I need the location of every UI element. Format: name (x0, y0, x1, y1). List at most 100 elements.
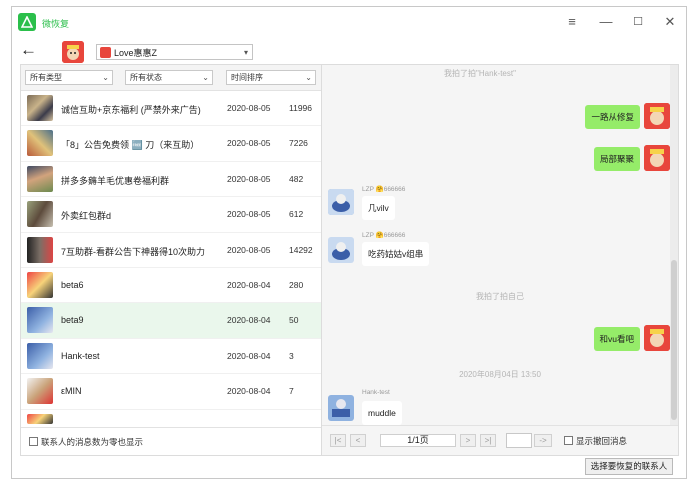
list-item[interactable]: beta6 2020-08-04 280 (21, 268, 321, 304)
chevron-down-icon: ⌄ (102, 73, 109, 82)
message-bubble-incoming: 吃药姑姑v组串 (362, 242, 430, 266)
group-avatar (27, 165, 53, 192)
message-bubble-outgoing: 一路从修复 (585, 105, 640, 129)
account-avatar (62, 41, 84, 63)
list-item[interactable]: εMIN 2020-08-04 7 (21, 374, 321, 410)
chevron-down-icon: ▾ (243, 48, 248, 57)
contact-name: 7互助群-看群公告下神器得10次助力 (61, 246, 206, 257)
sort-filter-label: 时间排序 (231, 73, 263, 82)
chevron-down-icon: ⌄ (305, 73, 312, 82)
contact-date: 2020-08-04 (227, 350, 271, 361)
contact-avatar (27, 413, 53, 424)
list-item-selected[interactable]: beta9 2020-08-04 50 (21, 303, 321, 339)
self-avatar (644, 325, 670, 351)
contact-date: 2020-08-05 (227, 209, 271, 220)
chat-scrollbar[interactable] (670, 65, 678, 427)
contact-avatar (27, 307, 53, 334)
show-recalled-checkbox[interactable] (564, 436, 573, 445)
group-avatar (27, 236, 53, 263)
chevron-down-icon: ⌄ (202, 73, 209, 82)
group-avatar (27, 130, 53, 157)
show-recalled-label: 显示撤回消息 (576, 436, 628, 446)
message-bubble-incoming: 几vilv (362, 196, 395, 220)
contact-avatar (27, 378, 53, 405)
contact-name: 外卖红包群d (61, 211, 112, 222)
last-page-button[interactable]: >| (480, 434, 496, 447)
status-filter-label: 所有状态 (130, 73, 162, 82)
filter-bar: 所有类型 ⌄ 所有状态 ⌄ 时间排序 ⌄ (21, 65, 321, 91)
group-avatar (27, 95, 53, 121)
contact-name: 拼多多薅羊毛优惠卷福利群 (61, 175, 170, 186)
prev-page-button[interactable]: < (350, 434, 366, 447)
system-message: 我拍了拍自己 (476, 292, 524, 301)
list-item[interactable]: Hank-test 2020-08-04 3 (21, 339, 321, 375)
sort-filter[interactable]: 时间排序 ⌄ (226, 70, 316, 85)
contact-date: 2020-08-05 (227, 138, 271, 149)
list-item[interactable]: 7互助群-看群公告下神器得10次助力 2020-08-05 14292 (21, 233, 321, 268)
account-select[interactable]: Love惠惠Z ▾ (96, 44, 253, 60)
message-bubble-incoming: muddle (362, 401, 402, 425)
contact-avatar (27, 342, 53, 369)
contact-name: beta9 (61, 315, 84, 326)
contact-date: 2020-08-05 (227, 103, 271, 113)
sender-name: Hank-test (362, 389, 390, 396)
status-filter[interactable]: 所有状态 ⌄ (125, 70, 213, 85)
self-avatar (644, 145, 670, 171)
contact-list: 诚信互助+京东福利 (严禁外来广告) 2020-08-05 11996 「8」公… (21, 91, 321, 427)
close-icon[interactable]: ✕ (660, 13, 680, 31)
show-zero-label: 联系人的消息数为零也显示 (41, 437, 144, 447)
contact-date: 2020-08-04 (227, 315, 271, 326)
first-page-button[interactable]: |< (330, 434, 346, 447)
list-item-partial[interactable] (21, 410, 321, 427)
contact-name: Hank-test (61, 350, 100, 361)
contact-name: 「8」公告免费领 🆓 刀（来互助） (61, 140, 200, 151)
list-item[interactable]: 「8」公告免费领 🆓 刀（来互助） 2020-08-05 7226 (21, 126, 321, 162)
type-filter-label: 所有类型 (30, 73, 62, 82)
page-jump-input[interactable] (506, 433, 532, 448)
self-avatar (644, 103, 670, 129)
app-window: 微恢复 ≡ — ☐ ✕ ← Love惠惠Z ▾ 所有类型 ⌄ 所有状态 ⌄ 时间… (11, 6, 687, 479)
list-item[interactable]: 外卖红包群d 2020-08-05 612 (21, 197, 321, 233)
message-count: 7226 (289, 138, 308, 149)
contact-avatar (328, 189, 354, 215)
sender-name: LZP 🤗666666 (362, 186, 406, 193)
message-count: 280 (289, 279, 304, 290)
contact-avatar (328, 395, 354, 421)
contact-name: 诚信互助+京东福利 (严禁外来广告) (61, 105, 201, 115)
left-footer: 联系人的消息数为零也显示 (21, 427, 321, 455)
message-count: 11996 (289, 103, 313, 113)
timestamp: 2020年08月04日 13:50 (459, 370, 541, 379)
next-page-button[interactable]: > (460, 434, 476, 447)
back-button[interactable]: ← (20, 41, 40, 59)
message-count: 3 (289, 350, 294, 361)
contact-date: 2020-08-04 (227, 386, 271, 397)
app-title: 微恢复 (42, 19, 70, 29)
minimize-icon[interactable]: — (596, 13, 616, 31)
chat-panel: 我拍了拍"Hank-test" 一路从修复 局部聚聚 LZP 🤗666666 几… (322, 64, 679, 456)
contact-date: 2020-08-05 (227, 173, 271, 184)
group-avatar (27, 201, 53, 228)
type-filter[interactable]: 所有类型 ⌄ (25, 70, 113, 85)
restore-contacts-button[interactable]: 选择要恢复的联系人 (585, 458, 673, 475)
scrollbar-thumb[interactable] (671, 260, 677, 420)
contact-avatar (328, 237, 354, 263)
account-mini-avatar (100, 46, 111, 58)
contact-date: 2020-08-04 (227, 279, 271, 290)
message-bubble-outgoing: 和vu看吧 (593, 327, 640, 351)
maximize-icon[interactable]: ☐ (628, 13, 648, 31)
contact-date: 2020-08-05 (227, 244, 271, 255)
contact-name: beta6 (61, 279, 84, 290)
show-zero-checkbox[interactable] (29, 437, 38, 446)
chat-history: 我拍了拍"Hank-test" 一路从修复 局部聚聚 LZP 🤗666666 几… (322, 65, 678, 427)
page-indicator: 1/1页 (380, 434, 456, 447)
pagination-bar: |< < 1/1页 > >| -> 显示撤回消息 (322, 425, 678, 455)
menu-icon[interactable]: ≡ (562, 13, 582, 31)
message-bubble-outgoing: 局部聚聚 (593, 147, 640, 171)
sender-name: LZP 🤗666666 (362, 232, 406, 239)
list-item[interactable]: 诚信互助+京东福利 (严禁外来广告) 2020-08-05 11996 (21, 91, 321, 127)
message-count: 7 (289, 386, 294, 397)
list-item[interactable]: 拼多多薅羊毛优惠卷福利群 2020-08-05 482 (21, 162, 321, 198)
message-count: 482 (289, 173, 304, 184)
go-button[interactable]: -> (534, 434, 552, 447)
system-message: 我拍了拍"Hank-test" (444, 69, 516, 78)
